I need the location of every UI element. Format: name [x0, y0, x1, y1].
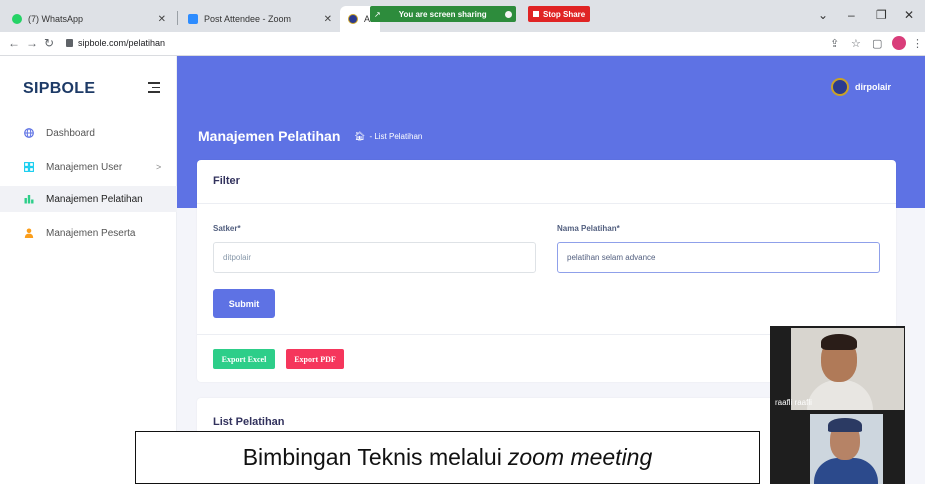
satker-input[interactable]: [213, 242, 536, 273]
home-icon[interactable]: 🏠︎: [354, 131, 365, 142]
stop-share-button[interactable]: Stop Share: [528, 6, 590, 22]
breadcrumb-current: - List Pelatihan: [369, 132, 423, 141]
tab-list-chevron-icon[interactable]: ⌄: [818, 8, 828, 22]
menu-dots-icon[interactable]: ⋮: [912, 37, 923, 50]
share-icon: ↗: [374, 9, 381, 19]
breadcrumb: 🏠︎ - List Pelatihan: [354, 131, 422, 142]
globe-icon: [24, 128, 34, 138]
sidebar-item-label: Manajemen Peserta: [46, 227, 136, 239]
user-menu[interactable]: dirpolair: [831, 78, 891, 96]
sidebar: SIPBOLE Dashboard Manajemen User > Manaj…: [0, 56, 177, 484]
export-excel-button[interactable]: Export Excel: [213, 349, 275, 369]
nama-pelatihan-input[interactable]: [557, 242, 880, 273]
sidebar-item-label: Manajemen User: [46, 161, 123, 173]
tab-label: (7) WhatsApp: [28, 14, 84, 24]
stop-icon: [533, 11, 539, 17]
participant-video-2[interactable]: [810, 414, 883, 484]
zoom-icon: [188, 14, 198, 24]
sidebar-item-dashboard[interactable]: Dashboard: [0, 120, 177, 146]
bookmark-star-icon[interactable]: ☆: [851, 37, 861, 50]
participant-name: raafli raafli: [775, 398, 812, 407]
hamburger-menu-icon[interactable]: [148, 82, 160, 96]
caption-text: Bimbingan Teknis melalui: [242, 444, 502, 470]
back-icon[interactable]: ←: [8, 36, 20, 50]
username: dirpolair: [855, 82, 892, 92]
profile-avatar[interactable]: [892, 36, 906, 50]
lock-icon: [66, 39, 73, 47]
sidebar-item-manajemen-user[interactable]: Manajemen User >: [0, 154, 177, 180]
tab-zoom[interactable]: Post Attendee - Zoom ✕: [180, 6, 340, 32]
page-title: Manajemen Pelatihan: [198, 128, 341, 144]
caption-italic: zoom meeting: [507, 444, 653, 470]
sidebar-item-manajemen-pelatihan[interactable]: Manajemen Pelatihan: [0, 186, 177, 212]
minimize-icon[interactable]: –: [848, 8, 855, 22]
close-icon[interactable]: ✕: [324, 14, 332, 25]
list-title: List Pelatihan: [213, 416, 285, 428]
sidebar-item-label: Dashboard: [46, 127, 95, 139]
tab-whatsapp[interactable]: (7) WhatsApp ✕: [4, 6, 174, 32]
caption-box: Bimbingan Teknis melalui zoom meeting: [135, 431, 760, 484]
sidebar-item-label: Manajemen Pelatihan: [46, 193, 143, 205]
nama-pelatihan-label: Nama Pelatihan*: [557, 224, 620, 233]
reload-icon[interactable]: ↻: [44, 36, 54, 50]
brand-logo-text: SIPBOLE: [23, 80, 96, 97]
share-page-icon[interactable]: ⇪: [830, 37, 839, 50]
sidebar-item-manajemen-peserta[interactable]: Manajemen Peserta: [0, 220, 177, 246]
tab-label: Post Attendee - Zoom: [204, 14, 292, 24]
stop-share-label: Stop Share: [543, 9, 586, 19]
sharing-status: You are screen sharing: [398, 9, 487, 19]
submit-button[interactable]: Submit: [213, 289, 275, 318]
sidepanel-icon[interactable]: ▢: [872, 37, 882, 50]
whatsapp-icon: [12, 14, 22, 24]
screen-sharing-bar: ↗ You are screen sharing: [370, 6, 516, 22]
shield-icon: [504, 10, 512, 18]
training-icon: [24, 195, 34, 204]
chevron-right-icon: >: [156, 162, 162, 172]
close-window-icon[interactable]: ✕: [904, 8, 914, 22]
filter-title: Filter: [197, 160, 896, 204]
users-icon: [24, 162, 34, 172]
forward-icon[interactable]: →: [26, 36, 38, 50]
url-field[interactable]: sipbole.com/pelatihan: [78, 38, 165, 48]
satker-label: Satker*: [213, 224, 241, 233]
person-icon: [24, 228, 34, 238]
maximize-icon[interactable]: ❐: [876, 8, 887, 22]
address-bar-row: ← → ↻ sipbole.com/pelatihan ⇪ ☆ ▢ ⋮: [0, 32, 925, 56]
export-pdf-button[interactable]: Export PDF: [286, 349, 344, 369]
close-icon[interactable]: ✕: [158, 14, 166, 25]
site-icon: [348, 14, 358, 24]
avatar: [831, 78, 849, 96]
browser-tab-strip: (7) WhatsApp ✕ Post Attendee - Zoom ✕ AD…: [0, 0, 925, 32]
